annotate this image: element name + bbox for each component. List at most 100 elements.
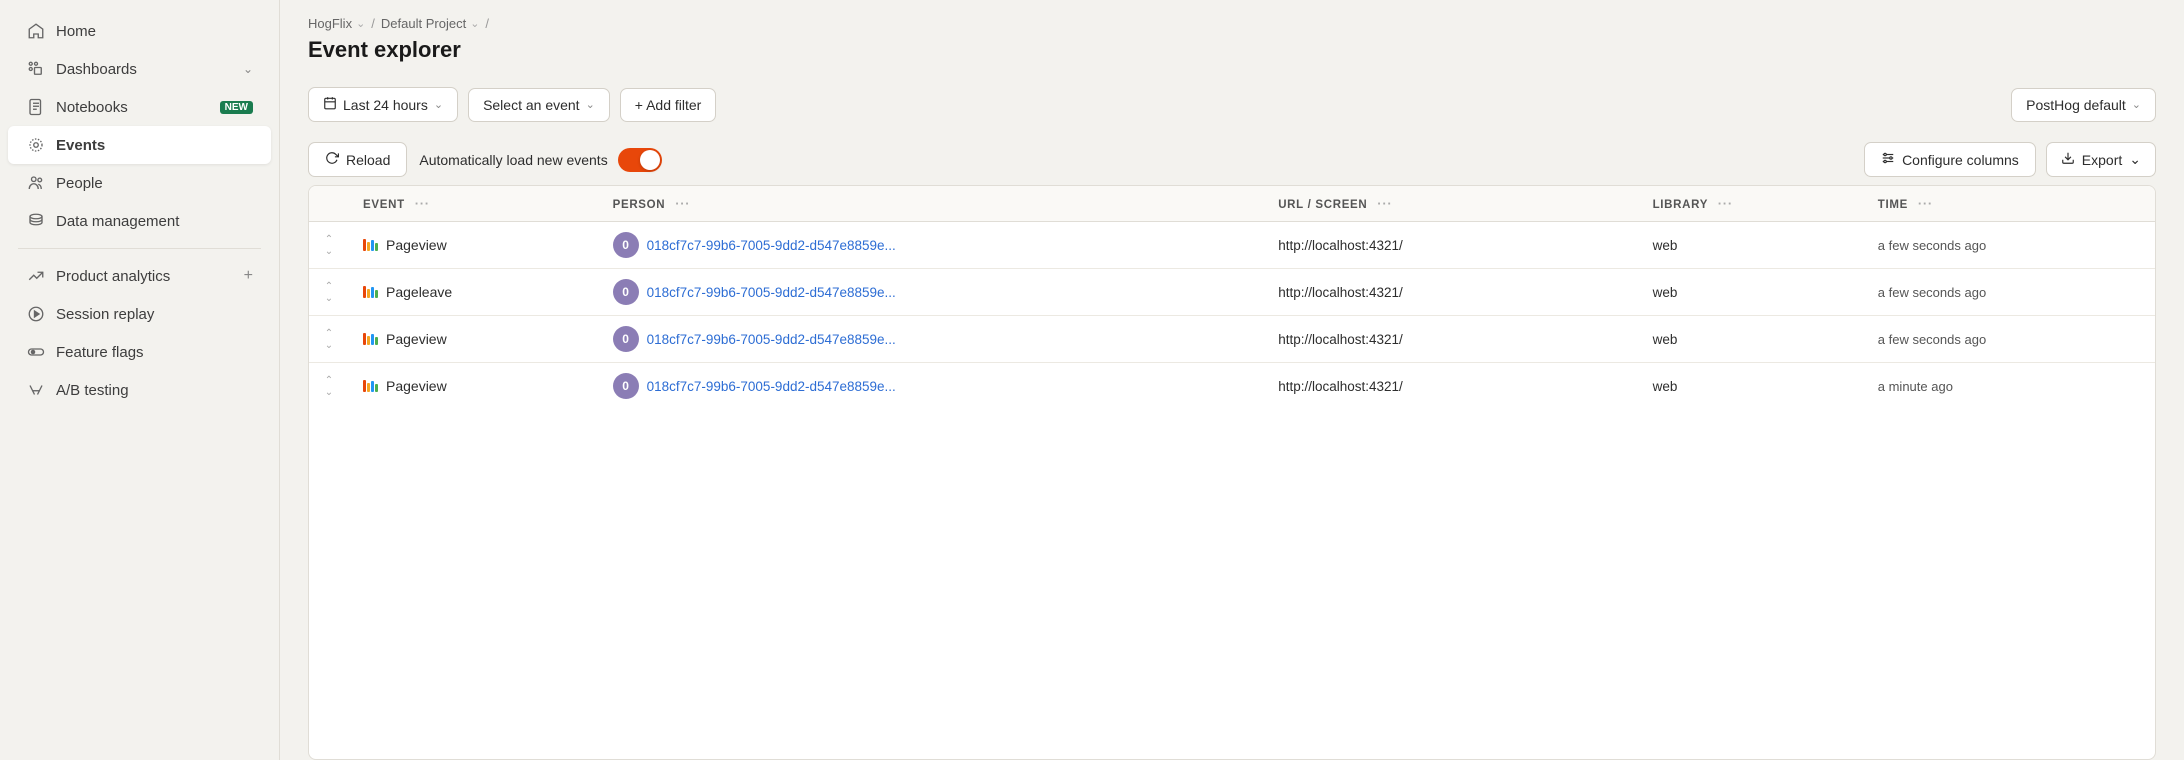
sidebar-item-home[interactable]: Home xyxy=(8,12,271,50)
sidebar-item-feature-flags[interactable]: Feature flags xyxy=(8,333,271,371)
person-cell: 0 018cf7c7-99b6-7005-9dd2-d547e8859e... xyxy=(599,363,1265,410)
expand-cell: ⌃⌄ xyxy=(309,269,349,316)
event-cell: Pageview xyxy=(349,363,599,410)
sidebar-item-feature-flags-label: Feature flags xyxy=(56,344,144,361)
sidebar-item-events[interactable]: Events xyxy=(8,126,271,164)
reload-label: Reload xyxy=(346,152,390,168)
reload-icon xyxy=(325,151,339,168)
col-url-menu[interactable]: ··· xyxy=(1377,196,1392,211)
col-person-menu[interactable]: ··· xyxy=(675,196,690,211)
expand-arrows[interactable]: ⌃⌄ xyxy=(323,281,335,304)
product-analytics-icon xyxy=(26,266,46,286)
sidebar-item-data-management-label: Data management xyxy=(56,213,179,230)
table-row[interactable]: ⌃⌄ Pageview 0 018cf7c7-99b6-7005-9dd2-d5… xyxy=(309,363,2155,410)
time-value: a few seconds ago xyxy=(1878,332,1986,347)
expand-arrows[interactable]: ⌃⌄ xyxy=(323,328,335,351)
sidebar-item-ab-testing[interactable]: A/B testing xyxy=(8,371,271,409)
library-cell: web xyxy=(1639,363,1864,410)
sidebar-item-people-label: People xyxy=(56,175,103,192)
person-id[interactable]: 018cf7c7-99b6-7005-9dd2-d547e8859e... xyxy=(647,285,896,300)
col-time-menu[interactable]: ··· xyxy=(1918,196,1933,211)
add-filter-label: + Add filter xyxy=(635,97,702,113)
event-filter-label: Select an event xyxy=(483,97,580,113)
toolbar: Last 24 hours ⌄ Select an event ⌄ + Add … xyxy=(280,75,2184,134)
plus-icon[interactable]: + xyxy=(244,267,253,285)
chevron-down-icon: ⌄ xyxy=(470,17,479,30)
breadcrumb-hogflix[interactable]: HogFlix ⌄ xyxy=(308,16,365,31)
session-replay-icon xyxy=(26,304,46,324)
time-value: a few seconds ago xyxy=(1878,238,1986,253)
new-badge: NEW xyxy=(220,101,253,114)
expand-cell: ⌃⌄ xyxy=(309,316,349,363)
table-row[interactable]: ⌃⌄ Pageview 0 018cf7c7-99b6-7005-9dd2-d5… xyxy=(309,316,2155,363)
col-library-menu[interactable]: ··· xyxy=(1718,196,1733,211)
add-filter-button[interactable]: + Add filter xyxy=(620,88,717,122)
dashboards-icon xyxy=(26,59,46,79)
time-value: a few seconds ago xyxy=(1878,285,1986,300)
calendar-icon xyxy=(323,96,337,113)
rainbow-event-icon xyxy=(363,333,378,345)
configure-columns-button[interactable]: Configure columns xyxy=(1864,142,2036,177)
action-bar: Reload Automatically load new events Con… xyxy=(280,134,2184,185)
col-expand-header xyxy=(309,186,349,222)
configure-columns-label: Configure columns xyxy=(1902,152,2019,168)
sidebar-item-product-analytics[interactable]: Product analytics + xyxy=(8,257,271,295)
person-cell: 0 018cf7c7-99b6-7005-9dd2-d547e8859e... xyxy=(599,269,1265,316)
col-event-header: EVENT ··· xyxy=(349,186,599,222)
rainbow-event-icon xyxy=(363,286,378,298)
reload-button[interactable]: Reload xyxy=(308,142,407,177)
data-management-icon xyxy=(26,211,46,231)
toolbar-right: PostHog default ⌄ xyxy=(2011,88,2156,122)
posthog-default-label: PostHog default xyxy=(2026,97,2126,113)
time-filter-label: Last 24 hours xyxy=(343,97,428,113)
sidebar-item-home-label: Home xyxy=(56,23,96,40)
sidebar-item-ab-testing-label: A/B testing xyxy=(56,382,129,399)
expand-arrows[interactable]: ⌃⌄ xyxy=(323,234,335,257)
time-cell: a few seconds ago xyxy=(1864,269,2155,316)
library-cell: web xyxy=(1639,222,1864,269)
time-cell: a few seconds ago xyxy=(1864,316,2155,363)
col-library-header: LIBRARY ··· xyxy=(1639,186,1864,222)
main-content: HogFlix ⌄ / Default Project ⌄ / Event ex… xyxy=(280,0,2184,760)
col-event-menu[interactable]: ··· xyxy=(415,196,430,211)
sidebar-item-people[interactable]: People xyxy=(8,164,271,202)
person-id[interactable]: 018cf7c7-99b6-7005-9dd2-d547e8859e... xyxy=(647,238,896,253)
export-icon xyxy=(2061,151,2075,168)
table-row[interactable]: ⌃⌄ Pageview 0 018cf7c7-99b6-7005-9dd2-d5… xyxy=(309,222,2155,269)
auto-load-toggle[interactable] xyxy=(618,148,662,172)
person-id[interactable]: 018cf7c7-99b6-7005-9dd2-d547e8859e... xyxy=(647,332,896,347)
avatar: 0 xyxy=(613,373,639,399)
action-bar-right: Configure columns Export ⌄ xyxy=(1864,142,2156,177)
breadcrumb-default-project[interactable]: Default Project ⌄ xyxy=(381,16,479,31)
table-row[interactable]: ⌃⌄ Pageleave 0 018cf7c7-99b6-7005-9dd2-d… xyxy=(309,269,2155,316)
posthog-default-button[interactable]: PostHog default ⌄ xyxy=(2011,88,2156,122)
sidebar-item-session-replay[interactable]: Session replay xyxy=(8,295,271,333)
chevron-down-icon: ⌄ xyxy=(2129,151,2141,168)
url-value: http://localhost:4321/ xyxy=(1278,379,1403,394)
export-button[interactable]: Export ⌄ xyxy=(2046,142,2156,177)
expand-cell: ⌃⌄ xyxy=(309,222,349,269)
avatar: 0 xyxy=(613,326,639,352)
event-filter-button[interactable]: Select an event ⌄ xyxy=(468,88,610,122)
url-cell: http://localhost:4321/ xyxy=(1264,363,1638,410)
event-cell: Pageview xyxy=(349,316,599,363)
chevron-down-icon: ⌄ xyxy=(356,17,365,30)
breadcrumb: HogFlix ⌄ / Default Project ⌄ / xyxy=(308,16,2156,31)
sidebar-item-session-replay-label: Session replay xyxy=(56,306,154,323)
people-icon xyxy=(26,173,46,193)
chevron-down-icon: ⌄ xyxy=(243,62,253,76)
person-id[interactable]: 018cf7c7-99b6-7005-9dd2-d547e8859e... xyxy=(647,379,896,394)
expand-arrows[interactable]: ⌃⌄ xyxy=(323,375,335,398)
url-value: http://localhost:4321/ xyxy=(1278,332,1403,347)
time-filter-button[interactable]: Last 24 hours ⌄ xyxy=(308,87,458,122)
avatar: 0 xyxy=(613,232,639,258)
configure-columns-icon xyxy=(1881,151,1895,168)
url-value: http://localhost:4321/ xyxy=(1278,285,1403,300)
person-cell: 0 018cf7c7-99b6-7005-9dd2-d547e8859e... xyxy=(599,222,1265,269)
sidebar-item-dashboards[interactable]: Dashboards ⌄ xyxy=(8,50,271,88)
sidebar-item-notebooks[interactable]: Notebooks NEW xyxy=(8,88,271,126)
sidebar-item-events-label: Events xyxy=(56,137,105,154)
expand-cell: ⌃⌄ xyxy=(309,363,349,410)
ab-testing-icon xyxy=(26,380,46,400)
sidebar-item-data-management[interactable]: Data management xyxy=(8,202,271,240)
